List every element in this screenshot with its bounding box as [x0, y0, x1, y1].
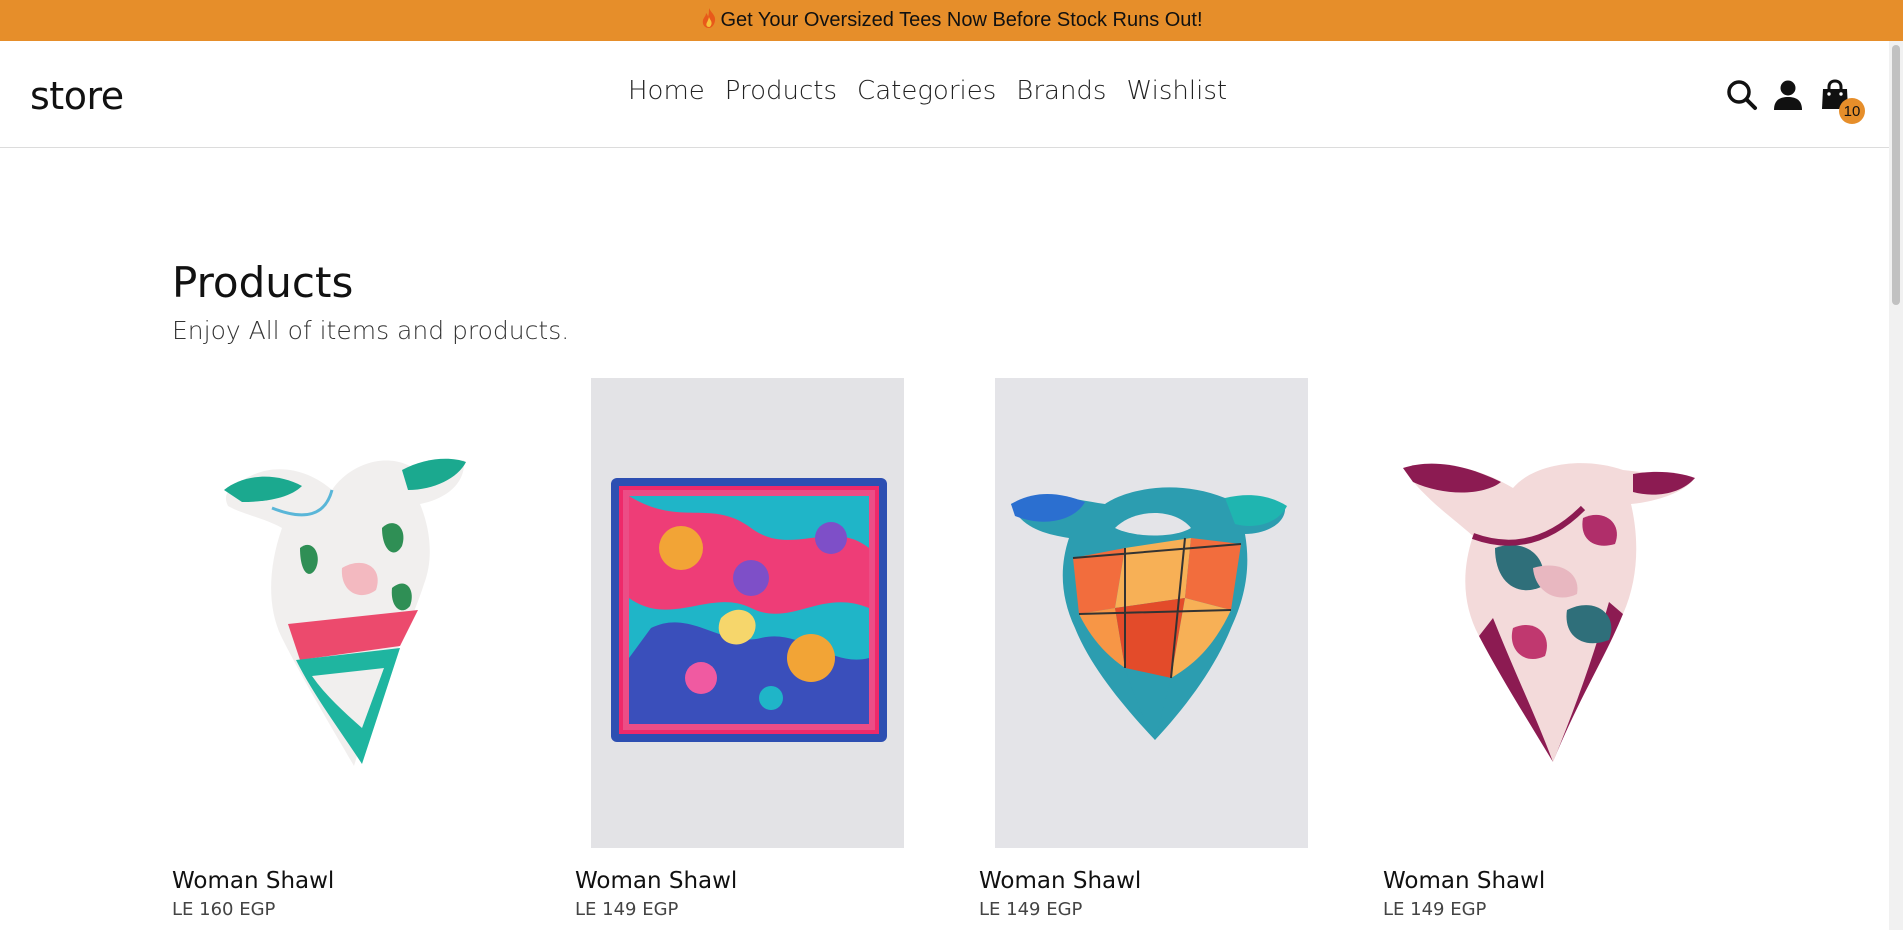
product-price: LE 149 EGP: [979, 899, 1083, 920]
nav-wishlist[interactable]: Wishlist: [1126, 76, 1227, 106]
product-card[interactable]: Woman Shawl LE 149 EGP: [1383, 378, 1728, 920]
burgundy-leaf-scarf-image[interactable]: [1383, 378, 1728, 848]
search-icon[interactable]: [1724, 77, 1760, 113]
product-name[interactable]: Woman Shawl: [1383, 868, 1545, 894]
product-price: LE 160 EGP: [172, 899, 276, 920]
product-name[interactable]: Woman Shawl: [979, 868, 1141, 894]
geometric-scarf-image[interactable]: [979, 378, 1324, 848]
product-price: LE 149 EGP: [575, 899, 679, 920]
flame-icon: [700, 7, 718, 35]
product-card[interactable]: Woman Shawl LE 149 EGP: [575, 378, 920, 920]
user-icon[interactable]: [1770, 77, 1806, 113]
square-print-scarf-image[interactable]: [575, 378, 920, 848]
nav-categories[interactable]: Categories: [857, 76, 996, 106]
main-nav: Home Products Categories Brands Wishlist: [628, 76, 1227, 106]
cart-count-badge: 10: [1839, 98, 1865, 124]
site-header: store Home Products Categories Brands Wi…: [0, 41, 1903, 148]
product-price: LE 149 EGP: [1383, 899, 1487, 920]
scrollbar-thumb[interactable]: [1892, 45, 1900, 305]
product-card[interactable]: Woman Shawl LE 160 EGP: [172, 378, 517, 920]
nav-home[interactable]: Home: [628, 76, 705, 106]
page-title: Products: [172, 258, 354, 307]
product-name[interactable]: Woman Shawl: [172, 868, 334, 894]
product-name[interactable]: Woman Shawl: [575, 868, 737, 894]
product-card[interactable]: Woman Shawl LE 149 EGP: [979, 378, 1324, 920]
nav-products[interactable]: Products: [725, 76, 837, 106]
announcement-bar: Get Your Oversized Tees Now Before Stock…: [0, 0, 1903, 41]
store-logo[interactable]: store: [30, 74, 124, 118]
nav-brands[interactable]: Brands: [1016, 76, 1106, 106]
page-subtitle: Enjoy All of items and products.: [172, 316, 570, 345]
page-scrollbar[interactable]: [1889, 41, 1903, 930]
announcement-text: Get Your Oversized Tees Now Before Stock…: [720, 9, 1203, 31]
floral-scarf-image[interactable]: [172, 378, 517, 848]
